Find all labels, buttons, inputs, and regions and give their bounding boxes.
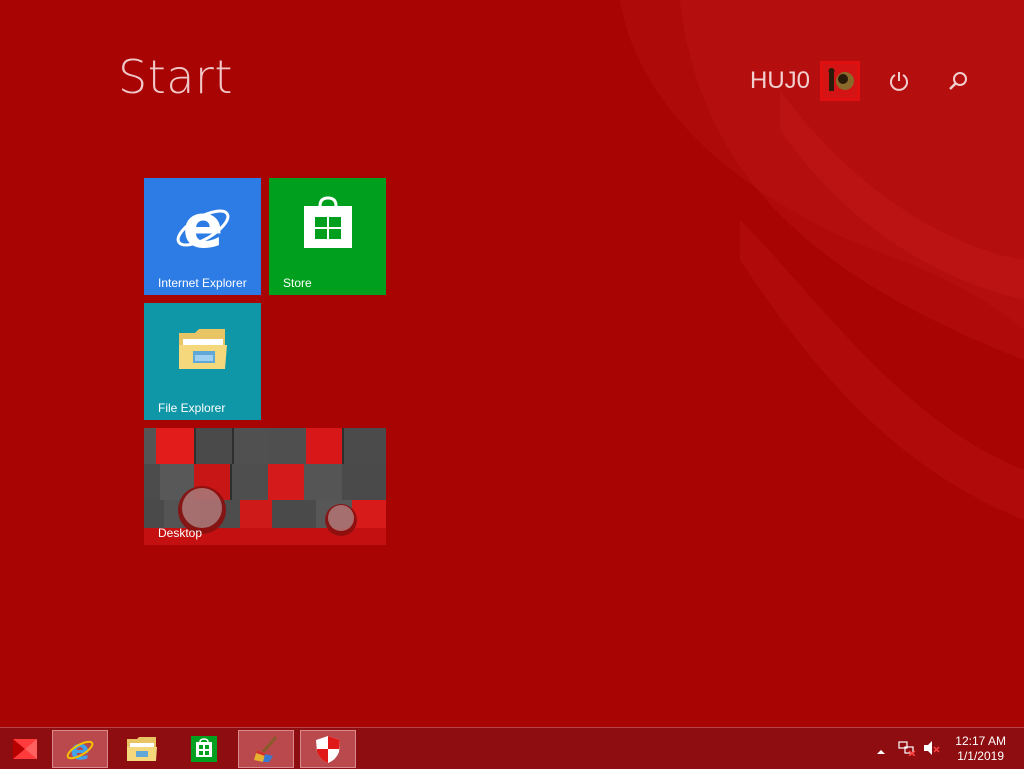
shield-icon bbox=[316, 736, 340, 763]
search-icon bbox=[949, 72, 967, 90]
tile-label: Store bbox=[283, 276, 312, 290]
taskbar-store[interactable] bbox=[176, 730, 232, 768]
tile-file-explorer[interactable]: File Explorer bbox=[144, 303, 261, 420]
internet-explorer-icon: e bbox=[66, 734, 94, 764]
search-button[interactable] bbox=[945, 68, 971, 94]
taskbar-file-explorer[interactable] bbox=[114, 730, 170, 768]
user-avatar-icon[interactable] bbox=[820, 61, 861, 101]
tile-store[interactable]: Store bbox=[269, 178, 386, 295]
taskbar-internet-explorer[interactable]: e bbox=[52, 730, 108, 768]
clock-date: 1/1/2019 bbox=[957, 749, 1004, 763]
taskbar-security[interactable] bbox=[300, 730, 356, 768]
user-name: HUJ0 bbox=[750, 67, 811, 94]
store-icon bbox=[191, 736, 217, 762]
windows-start-icon bbox=[13, 739, 37, 759]
tile-desktop[interactable]: Desktop bbox=[144, 428, 386, 545]
tile-internet-explorer[interactable]: e Internet Explorer bbox=[144, 178, 261, 295]
tile-label: File Explorer bbox=[158, 401, 226, 415]
clock-time: 12:17 AM bbox=[955, 734, 1006, 748]
file-explorer-icon bbox=[179, 329, 227, 369]
ccleaner-icon bbox=[254, 736, 278, 762]
volume-button[interactable] bbox=[922, 740, 940, 760]
start-title: Start bbox=[118, 50, 233, 104]
network-button[interactable] bbox=[898, 740, 916, 760]
power-icon bbox=[890, 72, 908, 91]
network-icon bbox=[898, 741, 916, 757]
svg-text:e: e bbox=[183, 197, 224, 257]
volume-muted-icon bbox=[924, 741, 940, 755]
store-icon bbox=[304, 196, 352, 248]
taskbar: e 12:17 AM 1/1/2019 bbox=[0, 727, 1024, 769]
show-hidden-icons-button[interactable] bbox=[876, 742, 886, 761]
taskbar-ccleaner[interactable] bbox=[238, 730, 294, 768]
tile-label: Desktop bbox=[158, 526, 203, 540]
power-button[interactable] bbox=[886, 68, 912, 94]
user-account[interactable]: HUJ0 bbox=[750, 61, 861, 101]
internet-explorer-icon: e bbox=[176, 197, 230, 257]
tile-label: Internet Explorer bbox=[158, 276, 247, 290]
chevron-up-icon bbox=[877, 750, 885, 754]
taskbar-clock[interactable]: 12:17 AM 1/1/2019 bbox=[955, 734, 1006, 764]
start-button[interactable] bbox=[0, 730, 50, 768]
folder-icon bbox=[127, 737, 157, 761]
